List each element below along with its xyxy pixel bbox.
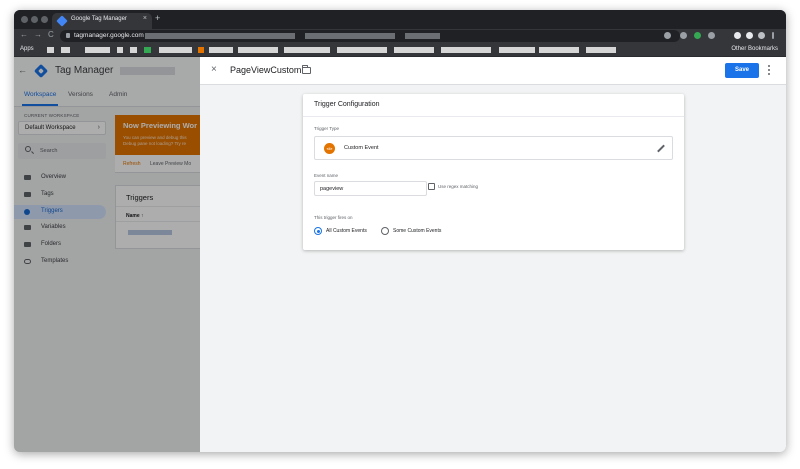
bookmark-item[interactable]: [394, 47, 434, 53]
bookmark-item[interactable]: [61, 47, 70, 53]
bookmark-item[interactable]: [586, 47, 616, 53]
folder-icon[interactable]: [302, 65, 311, 74]
some-custom-events-label[interactable]: Some Custom Events: [393, 228, 441, 234]
browser-window: Google Tag Manager × + ← → C tagmanager.…: [14, 10, 786, 452]
tab-close-icon[interactable]: ×: [143, 15, 147, 22]
bookmark-item[interactable]: [499, 47, 535, 53]
modal-scrim[interactable]: [14, 57, 200, 452]
browser-menu-icon[interactable]: [772, 32, 774, 39]
gtm-favicon-icon: [56, 15, 68, 27]
all-custom-events-label[interactable]: All Custom Events: [326, 228, 367, 234]
all-custom-events-radio[interactable]: [314, 227, 322, 235]
url-redacted: [145, 33, 295, 39]
bookmark-item[interactable]: [47, 47, 54, 53]
bookmarks-bar: Apps Other Bookmarks: [14, 43, 786, 57]
bookmark-item[interactable]: [130, 47, 137, 53]
avatar-icon[interactable]: [758, 32, 765, 39]
divider: [303, 116, 684, 117]
bookmark-item[interactable]: [159, 47, 192, 53]
new-tab-button[interactable]: +: [155, 13, 160, 23]
close-icon[interactable]: ×: [211, 64, 217, 75]
bookmark-item[interactable]: [441, 47, 491, 53]
forward-button[interactable]: →: [34, 30, 42, 39]
panel-header: × PageViewCustom Save: [200, 57, 786, 85]
gtm-page: ← Tag Manager Workspace Versions Admin C…: [14, 57, 786, 452]
event-name-field[interactable]: pageview: [314, 181, 427, 196]
url-redacted: [305, 33, 395, 39]
card-title: Trigger Configuration: [314, 101, 380, 108]
trigger-type-value: Custom Event: [344, 145, 379, 151]
trigger-name[interactable]: PageViewCustom: [230, 65, 301, 75]
maximize-window-dot[interactable]: [41, 16, 48, 23]
address-bar[interactable]: tagmanager.google.com: [60, 30, 680, 42]
regex-label: Use regex matching: [438, 184, 479, 189]
minimize-window-dot[interactable]: [31, 16, 38, 23]
pencil-icon[interactable]: [657, 144, 665, 153]
more-options-icon[interactable]: [768, 65, 770, 76]
extension-icon[interactable]: [694, 32, 701, 39]
other-bookmarks[interactable]: Other Bookmarks: [731, 46, 778, 52]
save-button[interactable]: Save: [725, 63, 759, 78]
extension-icon[interactable]: [734, 32, 741, 39]
trigger-type-selector[interactable]: </> Custom Event: [314, 136, 673, 160]
browser-tab[interactable]: Google Tag Manager ×: [52, 13, 152, 29]
tab-title: Google Tag Manager: [71, 16, 127, 22]
star-icon[interactable]: [664, 32, 671, 39]
bookmark-item[interactable]: [238, 47, 278, 53]
bookmark-item[interactable]: [539, 47, 579, 53]
bookmark-item[interactable]: [284, 47, 330, 53]
bookmark-item[interactable]: [144, 47, 151, 53]
bookmark-item[interactable]: [337, 47, 387, 53]
extension-icon[interactable]: [680, 32, 687, 39]
extension-icon[interactable]: [708, 32, 715, 39]
event-name-value: pageview: [320, 186, 344, 192]
custom-event-icon: </>: [324, 143, 335, 154]
regex-checkbox[interactable]: [428, 183, 435, 190]
trigger-type-label: Trigger Type: [314, 126, 340, 131]
bookmark-item[interactable]: [85, 47, 110, 53]
browser-tab-bar: Google Tag Manager × +: [14, 10, 786, 29]
puzzle-icon[interactable]: [746, 32, 753, 39]
lock-icon: [66, 33, 70, 38]
trigger-edit-panel: × PageViewCustom Save Trigger Configurat…: [200, 57, 786, 452]
apps-bookmark[interactable]: Apps: [20, 46, 34, 52]
browser-toolbar: ← → C tagmanager.google.com: [14, 29, 786, 43]
url-text: tagmanager.google.com: [74, 32, 144, 39]
bookmark-item[interactable]: [209, 47, 233, 53]
url-redacted: [405, 33, 440, 39]
reload-button[interactable]: C: [48, 30, 54, 39]
event-name-label: Event name: [314, 173, 339, 178]
bookmark-item[interactable]: [198, 47, 204, 53]
close-window-dot[interactable]: [21, 16, 28, 23]
back-button[interactable]: ←: [20, 30, 28, 39]
fires-on-label: This trigger fires on: [314, 215, 353, 220]
some-custom-events-radio[interactable]: [381, 227, 389, 235]
bookmark-item[interactable]: [117, 47, 123, 53]
trigger-configuration-card: Trigger Configuration Trigger Type </> C…: [303, 94, 684, 250]
